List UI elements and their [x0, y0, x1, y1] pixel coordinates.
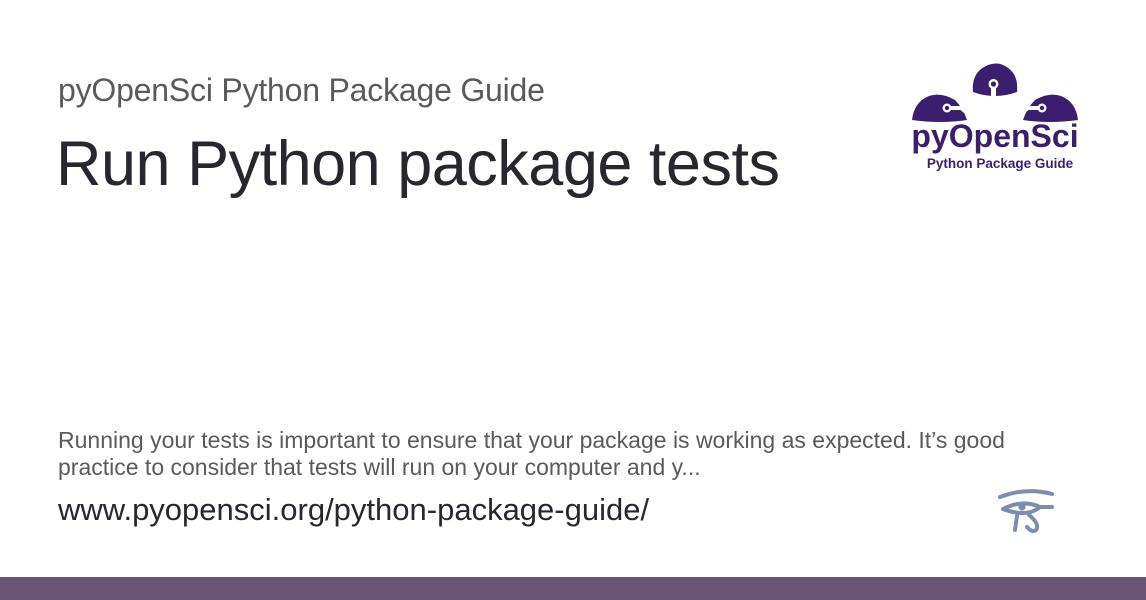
logo-tagline: Python Package Guide: [927, 156, 1074, 171]
site-url: www.pyopensci.org/python-package-guide/: [58, 492, 650, 527]
flower-icon: [912, 63, 1078, 122]
footer-bar: [0, 577, 1146, 600]
page-title: Run Python package tests: [56, 129, 780, 199]
pyopensci-logo: pyOpenSci Python Package Guide: [911, 63, 1079, 171]
eye-of-horus-icon: [998, 489, 1054, 533]
page-description: Running your tests is important to ensur…: [58, 427, 1005, 480]
site-name: pyOpenSci Python Package Guide: [58, 72, 545, 108]
logo-brand-text: pyOpenSci: [911, 118, 1078, 154]
